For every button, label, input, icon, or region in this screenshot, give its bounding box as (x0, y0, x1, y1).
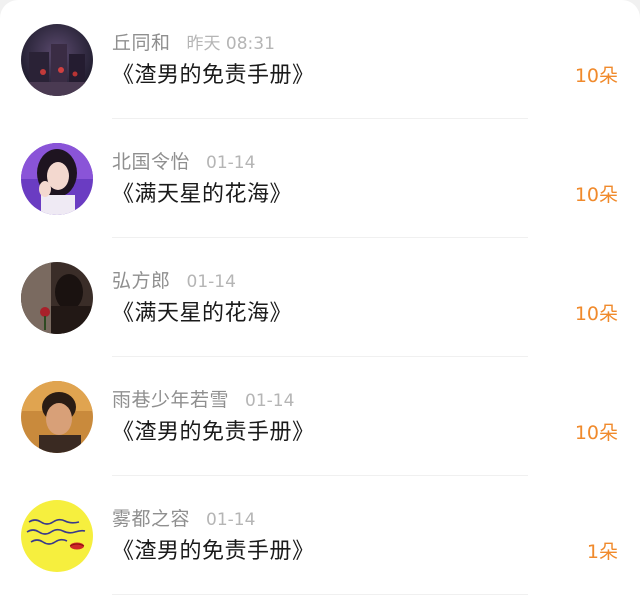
user-name[interactable]: 弘方郎 (112, 270, 171, 292)
flower-count: 10朵 (574, 422, 618, 444)
user-name[interactable]: 北国令怡 (112, 151, 190, 173)
avatar-handwriting-note-icon (21, 500, 93, 572)
avatar[interactable] (21, 500, 93, 572)
avatar[interactable] (21, 24, 93, 96)
book-title[interactable]: 《渣男的免责手册》 (112, 60, 315, 92)
item-meta: 丘同和 昨天 08:31 (112, 30, 275, 56)
book-title[interactable]: 《渣男的免责手册》 (112, 536, 315, 568)
item-meta: 弘方郎 01-14 (112, 268, 236, 294)
flower-count: 10朵 (574, 184, 618, 206)
flower-count: 10朵 (574, 303, 618, 325)
item-meta: 雨巷少年若雪 01-14 (112, 387, 294, 413)
list-item[interactable]: 雾都之容 01-14 《渣男的免责手册》 1朵 (0, 476, 640, 595)
divider (112, 594, 528, 595)
list-item[interactable]: 弘方郎 01-14 《满天星的花海》 10朵 (0, 238, 640, 357)
book-title[interactable]: 《渣男的免责手册》 (112, 417, 315, 449)
timestamp: 昨天 08:31 (186, 34, 275, 54)
list-item[interactable]: 雨巷少年若雪 01-14 《渣男的免责手册》 10朵 (0, 357, 640, 476)
gift-list: 丘同和 昨天 08:31 《渣男的免责手册》 10朵 北国令怡 01-14 《满天星… (0, 0, 640, 614)
timestamp: 01-14 (245, 391, 295, 411)
timestamp: 01-14 (206, 153, 256, 173)
avatar-man-portrait-icon (21, 381, 93, 453)
list-item[interactable]: 丘同和 昨天 08:31 《渣男的免责手册》 10朵 (0, 0, 640, 119)
item-meta: 北国令怡 01-14 (112, 149, 255, 175)
book-title[interactable]: 《满天星的花海》 (112, 298, 292, 330)
timestamp: 01-14 (186, 272, 236, 292)
user-name[interactable]: 雨巷少年若雪 (112, 389, 229, 411)
flower-count: 10朵 (574, 65, 618, 87)
flower-count: 1朵 (586, 541, 618, 563)
avatar[interactable] (21, 143, 93, 215)
user-name[interactable]: 丘同和 (112, 32, 171, 54)
avatar[interactable] (21, 381, 93, 453)
avatar[interactable] (21, 262, 93, 334)
list-item[interactable]: 北国令怡 01-14 《满天星的花海》 10朵 (0, 119, 640, 238)
avatar-woman-portrait-icon (21, 143, 93, 215)
book-title[interactable]: 《满天星的花海》 (112, 179, 292, 211)
timestamp: 01-14 (206, 510, 256, 530)
user-name[interactable]: 雾都之容 (112, 508, 190, 530)
avatar-person-with-rose-icon (21, 262, 93, 334)
avatar-dark-scene-icon (21, 24, 93, 96)
item-meta: 雾都之容 01-14 (112, 506, 255, 532)
